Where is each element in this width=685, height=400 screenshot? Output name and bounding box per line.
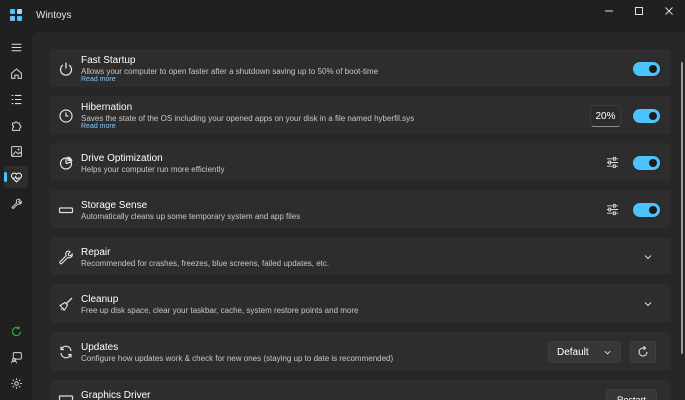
updates-card: Updates Configure how updates work & che…	[49, 331, 672, 372]
settings-gear-icon	[10, 377, 22, 389]
nav-menu-toggle[interactable]	[4, 36, 28, 58]
drive-optimization-toggle[interactable]	[633, 156, 660, 170]
restart-driver-button[interactable]: Restart	[606, 389, 658, 400]
app-title: Wintoys	[36, 10, 72, 21]
refresh-circle-icon	[11, 325, 21, 336]
nav-item-tools[interactable]	[4, 192, 28, 214]
repair-card[interactable]: Repair Recommended for crashes, freezes,…	[49, 236, 672, 276]
sliders-settings-icon[interactable]	[606, 203, 619, 216]
check-updates-button[interactable]	[630, 341, 656, 363]
vertical-scrollbar[interactable]	[681, 62, 683, 354]
close-icon	[665, 7, 673, 15]
fast-startup-card: Fast Startup Allows your computer to ope…	[49, 48, 672, 88]
graphics-driver-card: Graphics Driver Restart	[49, 379, 672, 400]
hibernation-card: Hibernation Saves the state of the OS in…	[49, 95, 672, 135]
health-heart-icon	[10, 172, 22, 183]
storage-sense-toggle[interactable]	[633, 203, 660, 217]
sync-arrows-icon	[58, 344, 74, 360]
maximize-icon	[635, 7, 643, 15]
power-icon	[58, 61, 74, 77]
drive-optimization-title: Drive Optimization	[81, 153, 163, 164]
broom-icon	[58, 296, 74, 312]
cleanup-description: Free up disk space, clear your taskbar, …	[81, 306, 359, 315]
repair-title: Repair	[81, 247, 111, 258]
refresh-icon	[638, 346, 648, 357]
repair-description: Recommended for crashes, freezes, blue s…	[81, 259, 330, 268]
navigation-rail	[0, 32, 32, 400]
nav-item-feedback[interactable]	[4, 346, 28, 368]
feedback-icon	[10, 351, 22, 363]
update-mode-dropdown[interactable]: Default	[548, 341, 621, 363]
sliders-settings-icon[interactable]	[606, 156, 619, 169]
chevron-down-icon[interactable]	[643, 252, 653, 262]
minimize-button[interactable]	[594, 0, 624, 22]
nav-item-health[interactable]	[4, 166, 28, 188]
graphics-driver-title: Graphics Driver	[81, 390, 151, 400]
storage-drive-icon	[58, 202, 74, 218]
maximize-button[interactable]	[624, 0, 654, 22]
main-content: Fast Startup Allows your computer to ope…	[32, 32, 685, 400]
nav-item-personalization[interactable]	[4, 140, 28, 162]
drive-optimization-card: Drive Optimization Helps your computer r…	[49, 142, 672, 182]
puzzle-icon	[11, 120, 21, 131]
hibernation-description: Saves the state of the OS including your…	[81, 114, 415, 123]
app-logo-icon	[10, 9, 22, 21]
hibernation-read-more-link[interactable]: Read more	[81, 123, 116, 130]
wrench-icon	[10, 198, 22, 209]
repair-tool-icon	[58, 249, 74, 265]
hibernation-percent-input[interactable]: 20%	[590, 105, 621, 127]
apps-list-icon	[11, 94, 21, 104]
nav-item-extensions[interactable]	[4, 114, 28, 136]
cleanup-card[interactable]: Cleanup Free up disk space, clear your t…	[49, 283, 672, 324]
home-icon	[10, 67, 22, 79]
fast-startup-description: Allows your computer to open faster afte…	[81, 67, 379, 76]
nav-item-home[interactable]	[4, 62, 28, 84]
chevron-down-icon[interactable]	[643, 299, 653, 309]
fast-startup-toggle[interactable]	[633, 62, 660, 76]
title-bar: Wintoys	[0, 0, 685, 32]
storage-sense-title: Storage Sense	[81, 200, 148, 211]
updates-description: Configure how updates work & check for n…	[81, 354, 394, 363]
chevron-down-icon	[604, 350, 611, 355]
fast-startup-title: Fast Startup	[81, 55, 136, 66]
clock-icon	[58, 108, 74, 124]
updates-title: Updates	[81, 342, 119, 353]
cleanup-title: Cleanup	[81, 294, 119, 305]
hibernation-title: Hibernation	[81, 102, 133, 113]
nav-item-update-status[interactable]	[4, 320, 28, 342]
graphics-card-icon	[58, 392, 74, 400]
fast-startup-read-more-link[interactable]: Read more	[81, 76, 116, 83]
storage-sense-description: Automatically cleans up some temporary s…	[81, 212, 301, 221]
nav-item-settings[interactable]	[4, 372, 28, 394]
storage-sense-card: Storage Sense Automatically cleans up so…	[49, 189, 672, 229]
pie-chart-icon	[58, 155, 74, 171]
close-button[interactable]	[654, 0, 684, 22]
drive-optimization-description: Helps your computer run more efficiently	[81, 165, 225, 174]
hibernation-toggle[interactable]	[633, 109, 660, 123]
update-mode-value: Default	[557, 347, 589, 358]
image-icon	[10, 145, 22, 157]
nav-item-apps[interactable]	[4, 88, 28, 110]
hamburger-menu-icon	[11, 43, 21, 51]
minimize-icon	[605, 10, 613, 12]
active-nav-indicator	[4, 172, 7, 182]
